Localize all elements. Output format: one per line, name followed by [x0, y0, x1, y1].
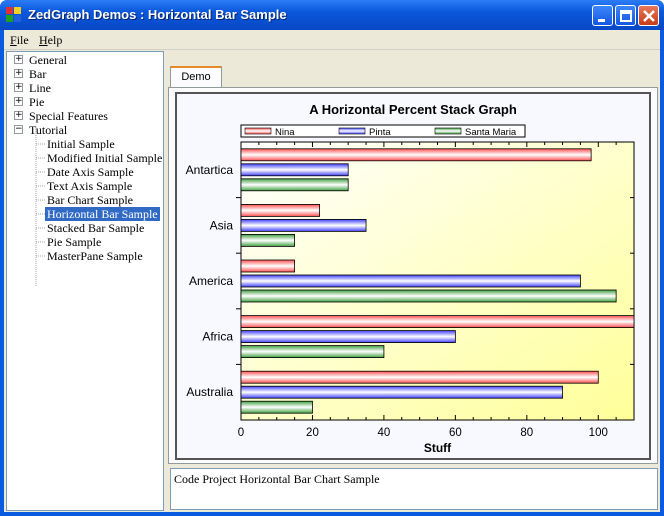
menu-help-accel: H: [39, 33, 48, 47]
window-title: ZedGraph Demos : Horizontal Bar Sample: [28, 7, 287, 22]
chart-title: A Horizontal Percent Stack Graph: [309, 102, 517, 117]
x-tick-label: 40: [378, 427, 391, 439]
legend-label: Nina: [275, 127, 295, 138]
bar: [240, 259, 295, 273]
legend-label: Pinta: [369, 127, 391, 138]
expand-icon[interactable]: +: [14, 111, 23, 120]
x-axis-title: Stuff: [424, 441, 452, 455]
legend-swatch: [338, 127, 366, 135]
x-tick-label: 0: [238, 427, 244, 439]
bar: [240, 330, 456, 344]
app-window: ZedGraph Demos : Horizontal Bar Sample F…: [0, 0, 664, 516]
y-tick-label: America: [189, 274, 233, 288]
menu-bar: File Help: [4, 30, 660, 50]
bar: [240, 345, 385, 359]
tree-child-label: Initial Sample: [47, 137, 115, 151]
legend-label: Santa Maria: [465, 127, 517, 138]
x-tick-label: 100: [589, 427, 608, 439]
tab-page-demo: A Horizontal Percent Stack Graph Nina Pint…: [168, 87, 658, 464]
close-icon: [643, 10, 655, 22]
tree-child-label: Modified Initial Sample: [47, 151, 163, 165]
tree-item-label: Bar: [29, 67, 47, 81]
tree-item-label: Tutorial: [29, 123, 68, 137]
y-tick-label: Australia: [186, 385, 233, 399]
x-tick-label: 60: [449, 427, 462, 439]
legend-swatch: [244, 127, 272, 135]
description-text: Code Project Horizontal Bar Chart Sample: [174, 472, 380, 486]
bar: [240, 370, 599, 384]
bar: [240, 385, 563, 399]
tab-demo[interactable]: Demo: [170, 66, 222, 88]
legend-swatch: [434, 127, 462, 135]
tree-item-label: Pie: [29, 95, 45, 109]
app-icon: [6, 7, 21, 22]
expand-icon[interactable]: +: [14, 97, 23, 106]
graph-control[interactable]: A Horizontal Percent Stack Graph Nina Pint…: [175, 92, 651, 460]
close-button[interactable]: [638, 5, 659, 26]
y-tick-label: Asia: [210, 218, 234, 232]
bar: [240, 233, 295, 247]
expand-icon[interactable]: +: [14, 83, 23, 92]
tree-child-label: Pie Sample: [47, 235, 102, 249]
minimize-icon: [598, 19, 605, 22]
tree-item-label: General: [29, 53, 67, 67]
tree-child-label: Horizontal Bar Sample: [45, 207, 160, 221]
client-area: File Help + General + Bar + Line + Pie + Special …: [4, 30, 660, 512]
title-bar[interactable]: ZedGraph Demos : Horizontal Bar Sample: [0, 0, 664, 30]
chart: A Horizontal Percent Stack Graph Nina Pint…: [186, 102, 635, 455]
menu-file[interactable]: File: [10, 33, 29, 48]
menu-file-rest: ile: [16, 33, 29, 47]
description-box[interactable]: Code Project Horizontal Bar Chart Sample: [170, 468, 658, 510]
maximize-button[interactable]: [615, 5, 636, 26]
tree-item-label: Special Features: [29, 109, 108, 123]
bar: [240, 315, 635, 329]
y-tick-label: Antartica: [186, 163, 234, 177]
menu-help-rest: elp: [47, 33, 63, 47]
tab-control: Demo A Horizontal Percent Stack Graph Nin…: [168, 66, 658, 464]
x-tick-label: 80: [520, 427, 533, 439]
tree-item-label: Line: [29, 81, 51, 95]
tree-child-label: Date Axis Sample: [47, 165, 134, 179]
menu-help[interactable]: Help: [39, 33, 62, 48]
x-tick-label: 20: [306, 427, 319, 439]
minimize-button[interactable]: [592, 5, 613, 26]
tree-child-label: Stacked Bar Sample: [47, 221, 145, 235]
collapse-icon[interactable]: −: [14, 125, 23, 134]
expand-icon[interactable]: +: [14, 69, 23, 78]
bar: [240, 178, 349, 192]
expand-icon[interactable]: +: [14, 55, 23, 64]
bar: [240, 148, 592, 162]
maximize-icon: [620, 10, 632, 22]
tree-child-label: Text Axis Sample: [47, 179, 133, 193]
menu-file-accel: F: [10, 33, 17, 47]
tree-child-label: MasterPane Sample: [47, 249, 143, 263]
y-tick-label: Africa: [202, 330, 233, 344]
bar: [240, 163, 349, 177]
bar: [240, 400, 313, 414]
bar: [240, 274, 581, 288]
bar: [240, 219, 367, 232]
bar: [240, 204, 320, 217]
bar: [240, 289, 617, 303]
demo-tree[interactable]: + General + Bar + Line + Pie + Special Features − T…: [6, 51, 164, 511]
tree-child-label: Bar Chart Sample: [47, 193, 133, 207]
